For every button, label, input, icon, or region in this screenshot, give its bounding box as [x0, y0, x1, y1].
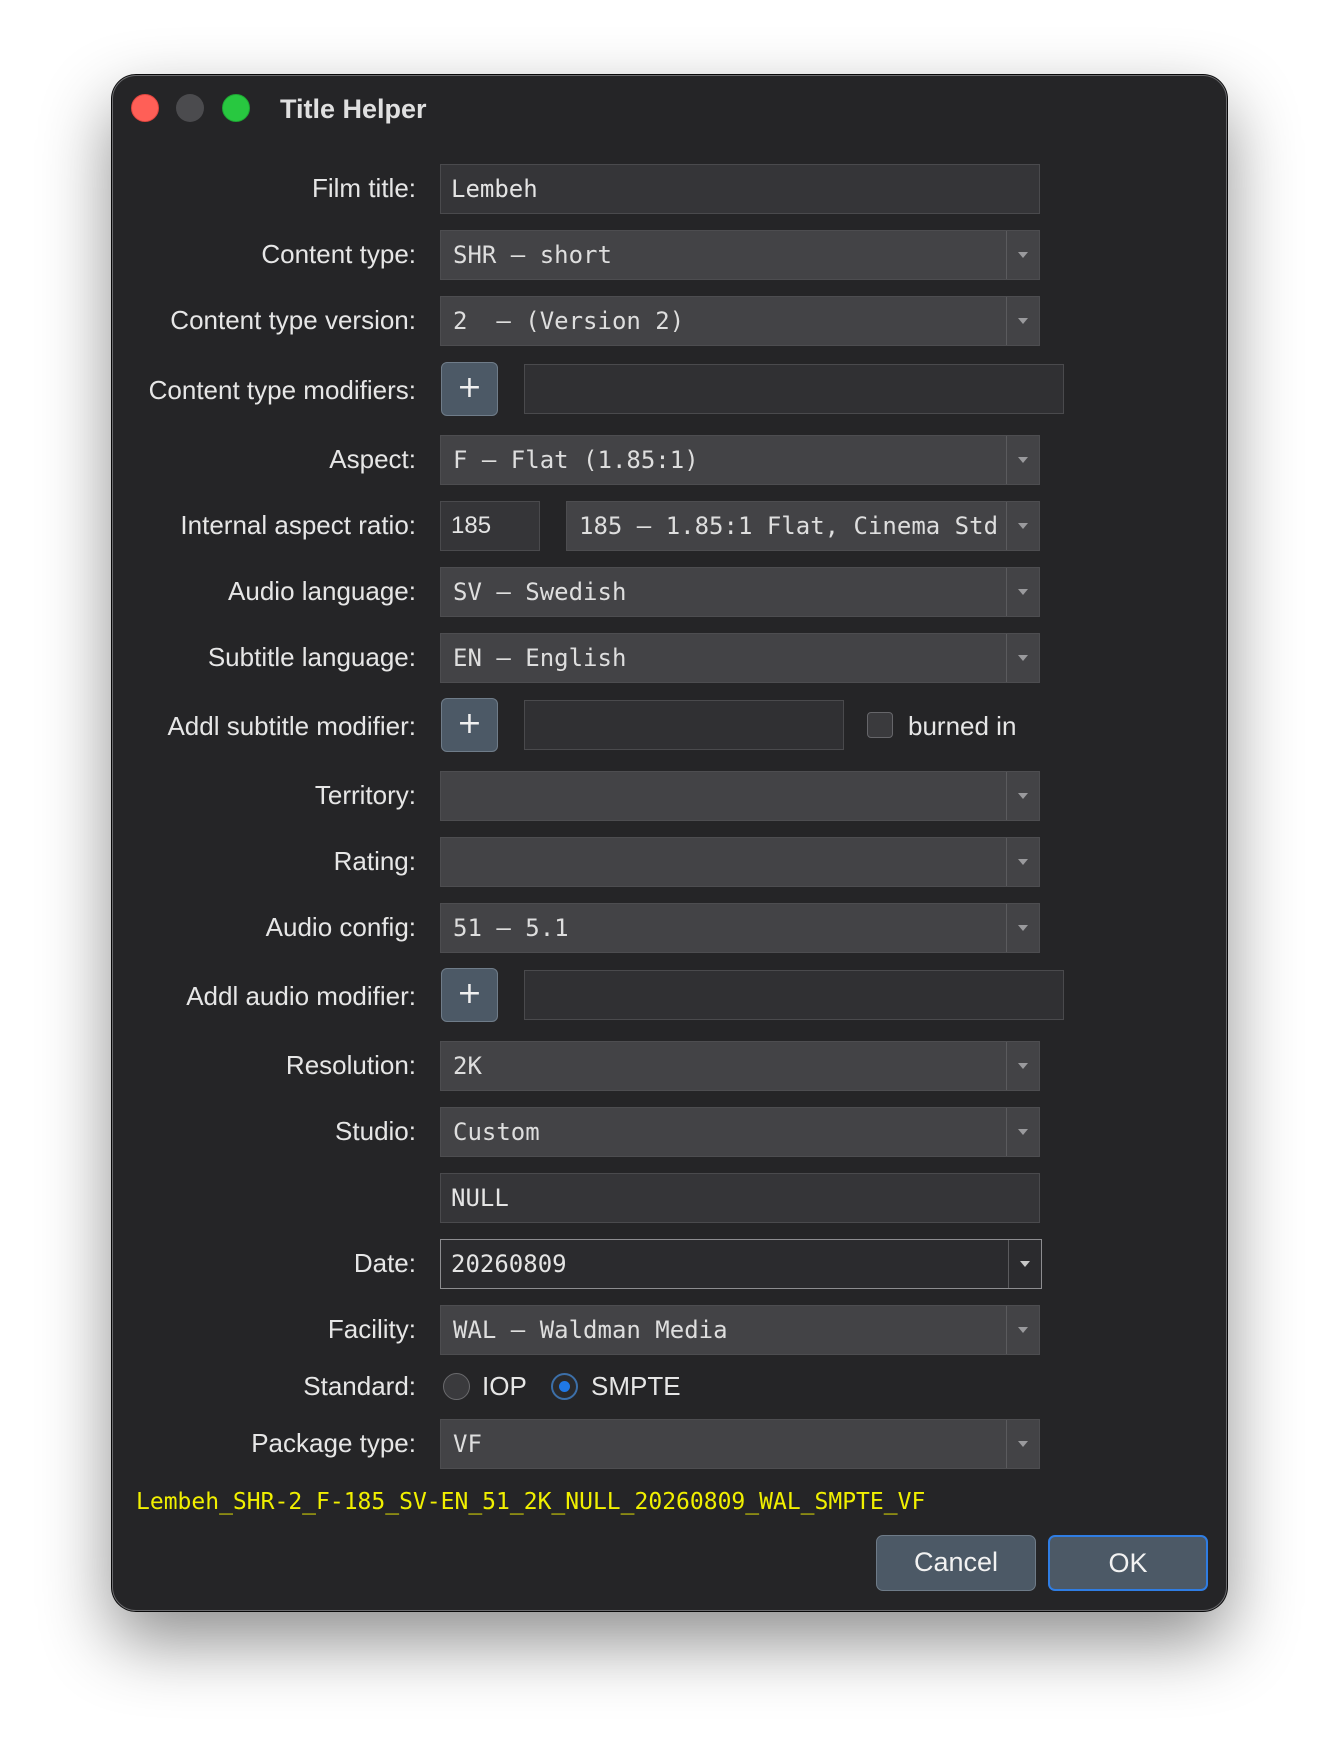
studio-custom-input[interactable]: NULL	[440, 1173, 1040, 1223]
standard-iop-radio[interactable]	[443, 1373, 470, 1400]
close-window-button[interactable]	[131, 94, 159, 122]
content-type-version-select[interactable]: 2 – (Version 2)	[440, 296, 1040, 346]
audio-config-select[interactable]: 51 – 5.1	[440, 903, 1040, 953]
facility-select[interactable]: WAL – Waldman Media	[440, 1305, 1040, 1355]
studio-select[interactable]: Custom	[440, 1107, 1040, 1157]
chevron-down-icon	[1006, 634, 1039, 682]
add-content-type-modifier-button[interactable]: +	[441, 362, 498, 416]
studio-label: Studio:	[335, 1116, 416, 1146]
territory-select[interactable]	[440, 771, 1040, 821]
addl-audio-modifier-field[interactable]	[524, 970, 1064, 1020]
package-type-value: VF	[453, 1430, 482, 1458]
chevron-down-icon	[1006, 838, 1039, 886]
territory-label: Territory:	[314, 780, 416, 810]
subtitle-language-label: Subtitle language:	[207, 642, 416, 672]
standard-smpte-label: SMPTE	[591, 1371, 681, 1401]
chevron-down-icon	[1006, 1306, 1039, 1354]
audio-language-value: SV – Swedish	[453, 578, 627, 606]
chevron-down-icon	[1006, 436, 1039, 484]
content-type-value: SHR – short	[453, 241, 612, 269]
date-field[interactable]: 20260809	[440, 1239, 1042, 1289]
ok-button[interactable]: OK	[1048, 1535, 1208, 1591]
chevron-down-icon	[1006, 1108, 1039, 1156]
chevron-down-icon	[1006, 502, 1039, 550]
subtitle-language-value: EN – English	[453, 644, 627, 672]
add-subtitle-modifier-button[interactable]: +	[441, 698, 498, 752]
aspect-label: Aspect:	[329, 444, 416, 474]
internal-aspect-ratio-input[interactable]: 185	[440, 501, 540, 551]
content-type-version-label: Content type version:	[170, 305, 416, 335]
standard-iop-label: IOP	[482, 1371, 527, 1401]
zoom-window-button[interactable]	[222, 94, 250, 122]
aspect-value: F – Flat (1.85:1)	[453, 446, 699, 474]
chevron-down-icon	[1006, 297, 1039, 345]
internal-aspect-ratio-value: 185 – 1.85:1 Flat, Cinema Std	[579, 512, 999, 540]
addl-audio-modifier-label: Addl audio modifier:	[186, 981, 416, 1011]
burned-in-checkbox[interactable]	[867, 712, 893, 738]
film-title-label: Film title:	[312, 173, 416, 203]
resolution-value: 2K	[453, 1052, 482, 1080]
date-value: 20260809	[451, 1250, 567, 1278]
chevron-down-icon	[1006, 231, 1039, 279]
standard-label: Standard:	[303, 1371, 416, 1401]
chevron-down-icon	[1006, 568, 1039, 616]
content-type-modifiers-field[interactable]	[524, 364, 1064, 414]
rating-label: Rating:	[333, 846, 416, 876]
chevron-down-icon	[1006, 772, 1039, 820]
rating-select[interactable]	[440, 837, 1040, 887]
chevron-down-icon[interactable]	[1008, 1240, 1041, 1288]
audio-config-value: 51 – 5.1	[453, 914, 569, 942]
chevron-down-icon	[1006, 1420, 1039, 1468]
resolution-select[interactable]: 2K	[440, 1041, 1040, 1091]
minimize-window-button[interactable]	[176, 94, 204, 122]
generated-title-text: Lembeh_SHR-2_F-185_SV-EN_51_2K_NULL_2026…	[136, 1489, 926, 1515]
package-type-label: Package type:	[251, 1428, 416, 1458]
chevron-down-icon	[1006, 904, 1039, 952]
content-type-version-value: 2 – (Version 2)	[453, 307, 685, 335]
addl-subtitle-modifier-field[interactable]	[524, 700, 844, 750]
package-type-select[interactable]: VF	[440, 1419, 1040, 1469]
cancel-button[interactable]: Cancel	[876, 1535, 1036, 1591]
window-title: Title Helper	[280, 94, 427, 124]
addl-subtitle-modifier-label: Addl subtitle modifier:	[167, 711, 416, 741]
content-type-select[interactable]: SHR – short	[440, 230, 1040, 280]
internal-aspect-ratio-label: Internal aspect ratio:	[180, 510, 416, 540]
add-audio-modifier-button[interactable]: +	[441, 968, 498, 1022]
content-type-label: Content type:	[261, 239, 416, 269]
film-title-input[interactable]: Lembeh	[440, 164, 1040, 214]
internal-aspect-ratio-select[interactable]: 185 – 1.85:1 Flat, Cinema Std	[566, 501, 1040, 551]
standard-smpte-radio[interactable]	[551, 1373, 578, 1400]
audio-config-label: Audio config:	[265, 912, 416, 942]
burned-in-label: burned in	[908, 711, 1017, 741]
studio-value: Custom	[453, 1118, 540, 1146]
aspect-select[interactable]: F – Flat (1.85:1)	[440, 435, 1040, 485]
facility-label: Facility:	[327, 1314, 416, 1344]
audio-language-label: Audio language:	[228, 576, 416, 606]
date-label: Date:	[353, 1248, 416, 1278]
chevron-down-icon	[1006, 1042, 1039, 1090]
facility-value: WAL – Waldman Media	[453, 1316, 728, 1344]
audio-language-select[interactable]: SV – Swedish	[440, 567, 1040, 617]
content-type-modifiers-label: Content type modifiers:	[148, 375, 416, 405]
subtitle-language-select[interactable]: EN – English	[440, 633, 1040, 683]
resolution-label: Resolution:	[285, 1050, 416, 1080]
